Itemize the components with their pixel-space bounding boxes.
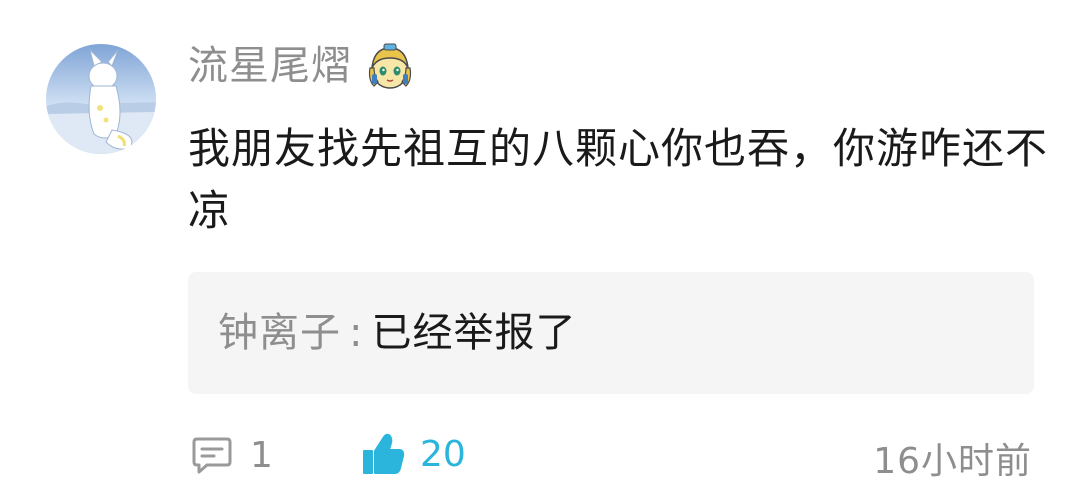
- comment-text[interactable]: 我朋友找先祖互的八颗心你也吞，你游咋还不凉: [188, 118, 1048, 242]
- like-count: 20: [420, 433, 466, 475]
- like-button[interactable]: 20: [360, 428, 466, 480]
- comment-count: 1: [250, 434, 273, 476]
- thumbs-up-icon: [363, 433, 405, 474]
- username-row: 流星尾熠: [188, 38, 416, 94]
- level-badge-icon: [368, 43, 412, 89]
- reply-author[interactable]: 钟离子: [218, 310, 341, 356]
- comment-footer: 1 20 16小时前: [0, 424, 1080, 484]
- reply-content: 已经举报了: [371, 310, 577, 356]
- reply-button[interactable]: 1: [190, 430, 273, 480]
- reply-line: 钟离子: 已经举报了: [218, 308, 576, 358]
- comment-icon: [192, 437, 232, 474]
- avatar[interactable]: [46, 44, 156, 154]
- timestamp: 16小时前: [873, 441, 1032, 482]
- reply-preview[interactable]: 钟离子: 已经举报了: [188, 272, 1034, 394]
- fox-avatar-image: [46, 44, 156, 154]
- reply-separator: :: [349, 310, 364, 356]
- username[interactable]: 流星尾熠: [188, 46, 352, 86]
